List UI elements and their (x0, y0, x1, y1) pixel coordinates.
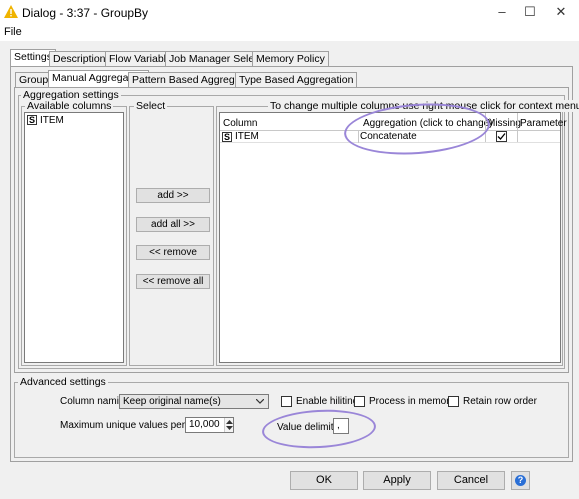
help-button[interactable]: ? (511, 471, 530, 490)
help-icon: ? (515, 475, 526, 486)
list-item[interactable]: S ITEM (26, 114, 122, 127)
warning-icon (4, 5, 18, 18)
spinner-buttons (224, 418, 233, 432)
row-column-name: ITEM (235, 131, 259, 142)
ok-button[interactable]: OK (290, 471, 358, 490)
column-naming-value: Keep original name(s) (123, 396, 221, 407)
tab-description[interactable]: Description (49, 51, 110, 66)
retain-row-order-checkbox[interactable] (448, 396, 459, 407)
select-title: Select (134, 100, 168, 112)
window-title: Dialog - 3:37 - GroupBy (22, 6, 149, 20)
column-header-missing[interactable]: Missing (487, 118, 521, 129)
max-unique-value: 10,000 (189, 419, 220, 430)
remove-button[interactable]: << remove (136, 245, 210, 260)
column-header-parameter[interactable]: Parameter (520, 118, 567, 129)
title-bar: Dialog - 3:37 - GroupBy – ☐ ✕ (0, 0, 579, 25)
menu-file[interactable]: File (4, 26, 22, 38)
subtab-type-based-aggregation[interactable]: Type Based Aggregation (235, 72, 358, 87)
spinner-up-icon[interactable] (226, 420, 233, 424)
tab-memory-policy[interactable]: Memory Policy (252, 51, 329, 66)
checkmark-icon (497, 133, 506, 140)
column-header-column[interactable]: Column (223, 118, 257, 129)
chevron-down-icon (256, 399, 264, 404)
process-in-memory-checkbox[interactable] (354, 396, 365, 407)
remove-all-button[interactable]: << remove all (136, 274, 210, 289)
advanced-settings-title: Advanced settings (18, 376, 108, 388)
max-unique-spinner[interactable]: 10,000 (185, 417, 234, 433)
subtab-strip: Groups Manual Aggregation Pattern Based … (15, 70, 358, 87)
spinner-down-icon[interactable] (226, 426, 233, 430)
retain-row-order-label: Retain row order (463, 396, 537, 407)
apply-button[interactable]: Apply (363, 471, 431, 490)
cancel-button[interactable]: Cancel (437, 471, 505, 490)
column-naming-select[interactable]: Keep original name(s) (119, 394, 269, 409)
minimize-icon[interactable]: – (491, 3, 513, 21)
available-columns-title: Available columns (25, 100, 114, 112)
list-item-label: ITEM (40, 115, 64, 126)
maximize-icon[interactable]: ☐ (519, 3, 541, 21)
tab-strip: Settings Description Flow Variables Job … (10, 49, 329, 66)
available-columns-list[interactable]: S ITEM (24, 112, 124, 363)
select-group (129, 106, 214, 366)
menu-bar: File (0, 25, 579, 41)
enable-hiliting-label: Enable hiliting (296, 396, 359, 407)
process-in-memory-label: Process in memory (369, 396, 455, 407)
string-type-icon: S (222, 132, 232, 142)
add-all-button[interactable]: add all >> (136, 217, 210, 232)
string-type-icon: S (27, 115, 37, 125)
missing-checkbox[interactable] (496, 131, 507, 142)
close-icon[interactable]: ✕ (550, 3, 572, 21)
enable-hiliting-checkbox[interactable] (281, 396, 292, 407)
add-button[interactable]: add >> (136, 188, 210, 203)
